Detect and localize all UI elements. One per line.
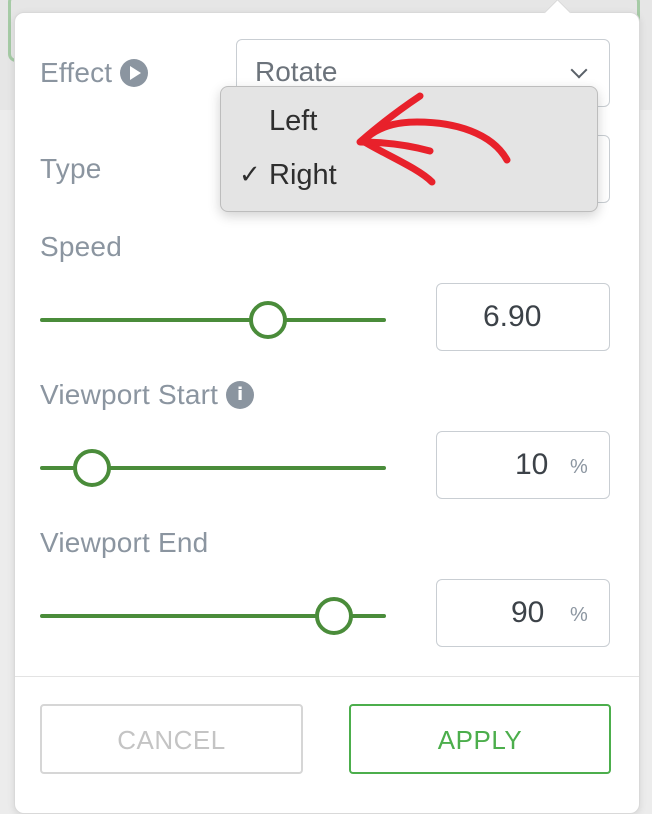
viewport-start-value: 10 [515, 448, 549, 481]
dropdown-option-left[interactable]: Left [221, 95, 597, 147]
speed-input[interactable]: 6.90 [436, 283, 610, 351]
type-label: Type [40, 153, 102, 184]
play-circle-icon[interactable] [120, 58, 149, 87]
checkmark-icon: ✓ [239, 160, 261, 190]
dropdown-option-right[interactable]: ✓ Right [221, 149, 597, 201]
apply-button[interactable]: APPLY [349, 704, 611, 774]
viewport-end-label: Viewport End [40, 527, 209, 558]
chevron-down-icon [570, 61, 588, 79]
speed-label: Speed [40, 231, 122, 262]
dropdown-option-left-label: Left [269, 105, 318, 137]
viewport-end-input[interactable]: 90 % [436, 579, 610, 647]
footer-divider [15, 676, 639, 677]
effect-label-text: Effect [40, 57, 113, 88]
viewport-end-unit: % [570, 604, 588, 626]
cancel-button[interactable]: CANCEL [40, 704, 303, 774]
viewport-start-label: Viewport Start i [40, 379, 255, 411]
speed-slider-thumb[interactable] [249, 301, 288, 339]
viewport-start-unit: % [570, 456, 588, 478]
viewport-end-value: 90 [511, 596, 545, 629]
viewport-start-input[interactable]: 10 % [436, 431, 610, 499]
info-icon[interactable]: i [226, 380, 255, 409]
effect-label: Effect [40, 57, 149, 89]
effect-select-value: Rotate [255, 56, 338, 87]
type-dropdown-menu: Left ✓ Right [220, 86, 598, 212]
viewport-end-slider-thumb[interactable] [315, 597, 354, 635]
viewport-start-label-text: Viewport Start [40, 379, 219, 410]
viewport-start-slider-thumb[interactable] [72, 449, 111, 487]
speed-slider-track[interactable] [40, 318, 386, 322]
dropdown-option-right-label: Right [269, 159, 337, 191]
speed-value: 6.90 [483, 300, 542, 333]
